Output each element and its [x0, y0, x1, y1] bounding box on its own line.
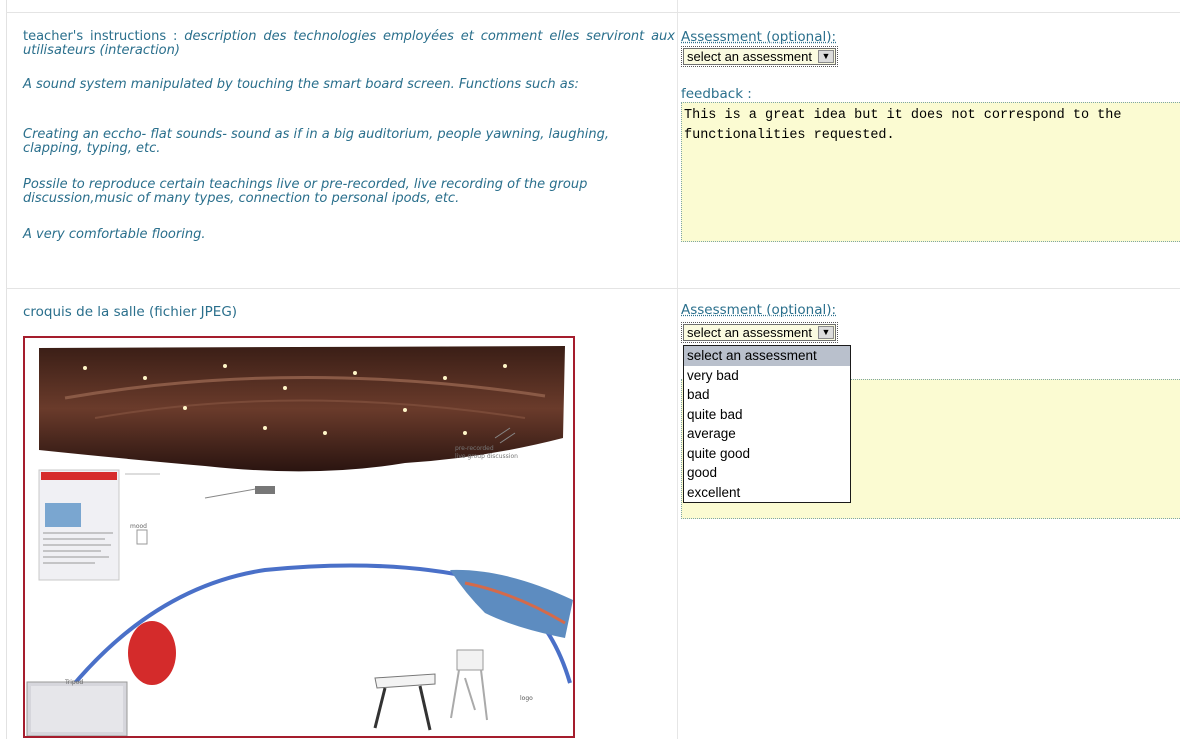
svg-text:pre-recorded: pre-recorded — [455, 445, 494, 452]
svg-text:live group discussion: live group discussion — [455, 453, 518, 460]
dropdown-option[interactable]: select an assessment — [684, 346, 850, 366]
feedback-label: feedback : — [681, 86, 752, 102]
dropdown-option[interactable]: average — [684, 424, 850, 444]
instruction-paragraph: A very comfortable flooring. — [23, 227, 206, 242]
assessment-select-value: select an assessment — [687, 325, 813, 340]
instructions-label: teacher's instructions : — [23, 29, 178, 44]
chevron-down-icon[interactable]: ▼ — [818, 50, 834, 63]
assessment-label: Assessment (optional): — [681, 29, 837, 45]
instruction-paragraph: A sound system manipulated by touching t… — [23, 77, 579, 92]
sketch-label: croquis de la salle (fichier JPEG) — [23, 304, 238, 320]
assessment-select[interactable]: select an assessment ▼ — [681, 322, 838, 343]
chevron-down-icon[interactable]: ▼ — [818, 326, 834, 339]
dropdown-option[interactable]: quite good — [684, 444, 850, 464]
instruction-paragraph: Creating an eccho- flat sounds- sound as… — [23, 127, 610, 156]
instructions-header: teacher's instructions : description des… — [23, 30, 675, 58]
svg-text:logo: logo — [520, 695, 533, 702]
feedback-textarea[interactable]: This is a great idea but it does not cor… — [681, 102, 1180, 242]
svg-text:Tripod: Tripod — [64, 679, 83, 686]
assessment-label: Assessment (optional): — [681, 302, 837, 318]
room-sketch-image: mood pre-recorded live group discussion … — [23, 336, 575, 738]
dropdown-option[interactable]: very bad — [684, 366, 850, 386]
dropdown-option[interactable]: bad — [684, 385, 850, 405]
assessment-select[interactable]: select an assessment ▼ — [681, 46, 838, 67]
svg-text:mood: mood — [130, 523, 147, 530]
assessment-select-value: select an assessment — [687, 49, 813, 64]
dropdown-option[interactable]: good — [684, 463, 850, 483]
dropdown-option[interactable]: excellent — [684, 483, 850, 503]
left-border — [6, 0, 7, 739]
assessment-dropdown-list[interactable]: select an assessment very bad bad quite … — [683, 345, 851, 503]
row-divider-top — [6, 12, 1180, 13]
column-divider — [677, 0, 678, 739]
room-sketch-drawing: mood pre-recorded live group discussion … — [26, 346, 573, 736]
dropdown-option[interactable]: quite bad — [684, 405, 850, 425]
row-divider-middle — [6, 288, 1180, 289]
instruction-paragraph: Possile to reproduce certain teachings l… — [23, 177, 588, 206]
